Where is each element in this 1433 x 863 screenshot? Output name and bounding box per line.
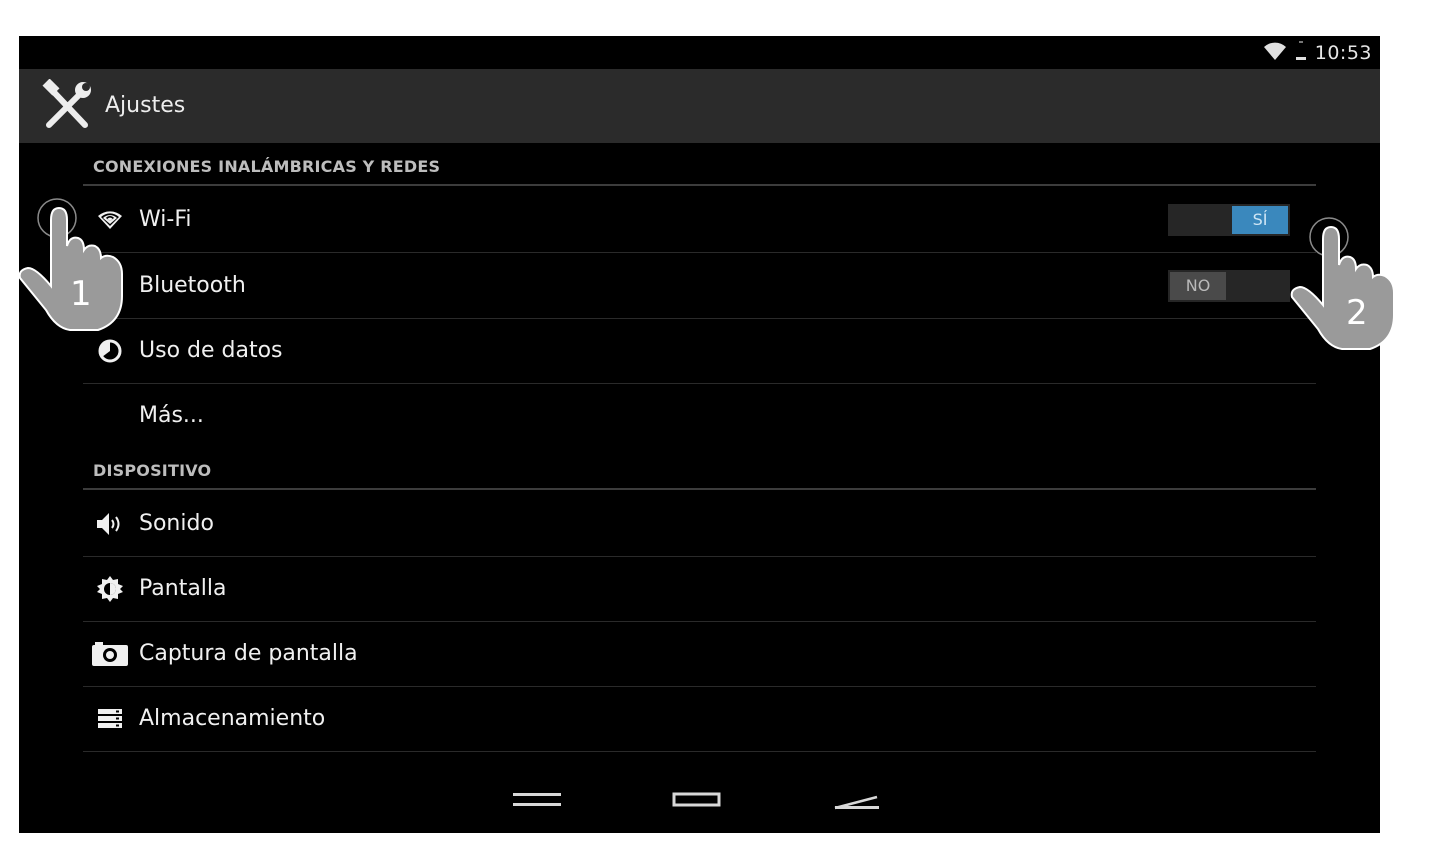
settings-item-display[interactable]: Pantalla [83,556,1316,622]
status-bar: 10:53 [19,36,1380,69]
back-icon [513,793,561,806]
tablet-screen: 10:53 Ajustes CONEXIONES INALÁMBRICAS Y … [19,36,1380,833]
settings-item-bluetooth[interactable]: Bluetooth NO [83,253,1316,319]
settings-item-label: Wi-Fi [139,207,192,232]
bluetooth-toggle[interactable]: NO [1168,270,1290,302]
tap-hand-1: 1 [18,198,136,338]
settings-item-label: Uso de datos [139,338,283,363]
section-header-device: DISPOSITIVO [83,448,1316,490]
settings-item-label: Captura de pantalla [139,641,358,666]
settings-item-label: Pantalla [139,576,227,601]
wifi-toggle-thumb: SÍ [1232,206,1288,234]
storage-icon [95,704,125,734]
tap-hand-2: 2 [1290,215,1408,355]
settings-item-sound[interactable]: Sonido [83,491,1316,557]
bluetooth-toggle-thumb: NO [1170,272,1226,300]
settings-item-storage[interactable]: Almacenamiento [83,686,1316,752]
section-header-wireless: CONEXIONES INALÁMBRICAS Y REDES [83,143,1316,186]
action-bar: Ajustes [19,69,1380,143]
status-icons: 10:53 [1263,36,1372,69]
settings-item-more[interactable]: Más... [83,383,1316,448]
tap-hand-icon [1290,217,1395,350]
speaker-icon [95,509,125,539]
brightness-icon [95,574,125,604]
step-number-1: 1 [70,274,92,314]
clock: 10:53 [1314,41,1372,64]
settings-item-label: Almacenamiento [139,706,326,731]
settings-item-label: Más... [139,403,204,428]
battery-low-icon [1295,40,1307,65]
section-header-label: CONEXIONES INALÁMBRICAS Y REDES [93,157,441,176]
wifi-toggle[interactable]: SÍ [1168,204,1290,236]
home-button[interactable] [662,779,732,823]
data-usage-icon [95,336,125,366]
home-icon [672,792,721,807]
wifi-signal-icon [1263,41,1287,65]
settings-item-label: Sonido [139,511,214,536]
camera-icon [91,639,129,669]
settings-item-data-usage[interactable]: Uso de datos [83,318,1316,384]
navigation-bar [19,771,1380,833]
recent-apps-icon [834,795,879,810]
settings-item-screenshot[interactable]: Captura de pantalla [83,621,1316,687]
tap-hand-icon [18,198,123,331]
settings-item-label: Bluetooth [139,273,246,298]
settings-item-wifi[interactable]: Wi-Fi SÍ [83,187,1316,253]
recent-apps-button[interactable] [822,779,892,823]
back-button[interactable] [502,779,572,823]
settings-tools-icon[interactable] [39,78,95,133]
step-number-2: 2 [1346,293,1368,333]
page-title: Ajustes [105,93,186,118]
section-header-label: DISPOSITIVO [93,461,212,480]
